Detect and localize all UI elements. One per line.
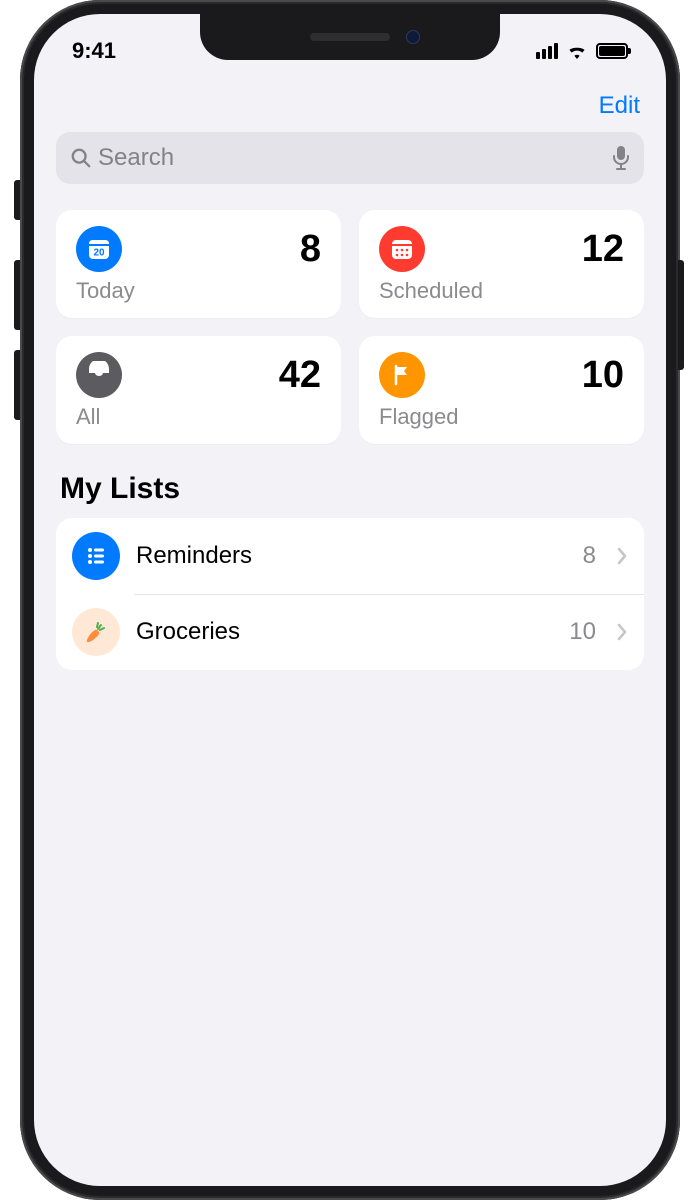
cellular-signal-icon [536,43,558,59]
smart-list-all[interactable]: 42 All [56,336,341,444]
volume-down-button [14,350,20,420]
search-icon [70,147,92,169]
chevron-right-icon [616,547,628,565]
svg-text:20: 20 [93,248,105,259]
my-lists-header: My Lists [60,472,640,506]
search-placeholder: Search [98,144,174,172]
status-time: 9:41 [72,38,116,64]
search-field[interactable]: Search [56,132,644,184]
list-count: 8 [583,542,596,570]
all-label: All [76,404,321,430]
volume-up-button [14,260,20,330]
dictation-icon[interactable] [612,145,630,171]
edit-button[interactable]: Edit [599,92,640,120]
smart-list-flagged[interactable]: 10 Flagged [359,336,644,444]
speaker-grille [310,33,390,41]
front-camera [406,30,420,44]
flagged-label: Flagged [379,404,624,430]
flagged-count: 10 [582,356,624,394]
list-bullet-icon [72,532,120,580]
list-count: 10 [569,618,596,646]
flag-icon [379,352,425,398]
tray-icon [76,352,122,398]
smart-list-today[interactable]: 20 8 Today [56,210,341,318]
list-row-reminders[interactable]: Reminders 8 [56,518,644,594]
carrot-icon [72,608,120,656]
list-label: Groceries [136,618,553,646]
phone-screen: 9:41 Edit Search [34,14,666,1186]
scheduled-label: Scheduled [379,278,624,304]
notch [200,14,500,60]
smart-list-scheduled[interactable]: 12 Scheduled [359,210,644,318]
list-label: Reminders [136,542,567,570]
mute-switch [14,180,20,220]
calendar-icon [379,226,425,272]
today-label: Today [76,278,321,304]
list-row-groceries[interactable]: Groceries 10 [56,594,644,670]
power-button [678,260,684,370]
chevron-right-icon [616,623,628,641]
wifi-icon [566,43,588,59]
navigation-bar: Edit [56,84,644,132]
scheduled-count: 12 [582,230,624,268]
phone-frame: 9:41 Edit Search [20,0,680,1200]
battery-icon [596,43,628,59]
today-count: 8 [300,230,321,268]
all-count: 42 [279,356,321,394]
calendar-today-icon: 20 [76,226,122,272]
my-lists-group: Reminders 8 Groceries 10 [56,518,644,670]
